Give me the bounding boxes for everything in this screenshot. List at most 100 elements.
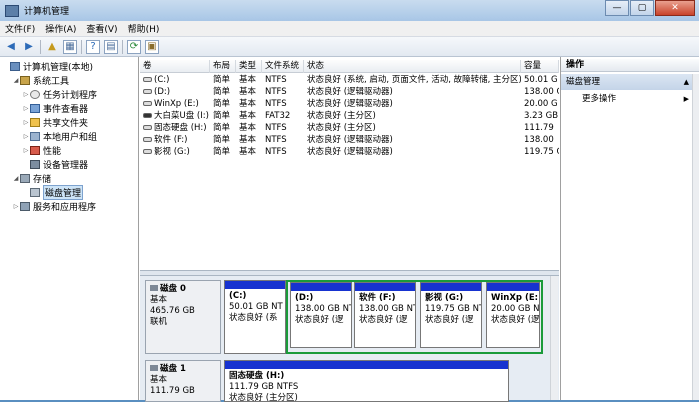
volume-name: (D:)	[154, 87, 171, 97]
volume-name-cell: WinXp (E:)	[140, 98, 210, 110]
disk-1-header[interactable]: 磁盘 1 基本 111.79 GB	[145, 360, 221, 402]
partition-size: 138.00 GB NT	[359, 304, 416, 314]
partition-g[interactable]: 影视 (G:) 119.75 GB NT 状态良好 (逻	[420, 282, 482, 348]
tree-item-shared-folders[interactable]: ▷ 共享文件夹	[22, 116, 88, 129]
actions-section-disk-management[interactable]: 磁盘管理 ▲	[561, 74, 693, 90]
menu-action[interactable]: 操作(A)	[45, 22, 76, 35]
logical-drive-bar	[355, 283, 415, 291]
maximize-button[interactable]: ▢	[630, 0, 654, 16]
partition-c[interactable]: (C:) 50.01 GB NT 状态良好 (系	[224, 280, 286, 354]
computer-management-icon	[5, 4, 19, 17]
disk-0-header[interactable]: 磁盘 0 基本 465.76 GB 联机	[145, 280, 221, 354]
volume-filesystem: NTFS	[265, 87, 287, 97]
volume-row[interactable]: 固态硬盘 (H:) 简单 基本 NTFS 状态良好 (主分区) 111.79	[140, 122, 559, 134]
tree-item-root[interactable]: 计算机管理(本地)	[2, 60, 93, 73]
volume-row[interactable]: 软件 (F:) 简单 基本 NTFS 状态良好 (逻辑驱动器) 138.00	[140, 134, 559, 146]
volume-name: 大白菜U盘 (I:)	[154, 111, 209, 121]
help-icon[interactable]: ?	[86, 39, 100, 54]
volume-status: 状态良好 (主分区)	[307, 111, 376, 121]
expand-arrow-icon[interactable]: ▷	[12, 203, 20, 210]
disk-name: 磁盘 0	[150, 284, 216, 295]
column-header-volume[interactable]: 卷	[140, 60, 210, 73]
volume-capacity: 138.00	[524, 135, 554, 145]
volume-row[interactable]: (C:) 简单 基本 NTFS 状态良好 (系统, 启动, 页面文件, 活动, …	[140, 74, 559, 86]
menu-view[interactable]: 查看(V)	[86, 22, 117, 35]
drive-icon	[143, 77, 152, 82]
partition-d[interactable]: (D:) 138.00 GB NT 状态良好 (逻	[290, 282, 352, 348]
close-button[interactable]: ✕	[655, 0, 695, 16]
volume-filesystem: NTFS	[265, 75, 287, 85]
tree-item-local-users[interactable]: ▷ 本地用户和组	[22, 130, 97, 143]
disk-management-pane: 卷 布局 类型 文件系统 状态 容量 (C:) 简单 基本 NTFS 状态良好 …	[140, 57, 559, 402]
disk-0-size: 465.76 GB	[150, 306, 195, 316]
partition-status: 状态良好 (逻	[491, 315, 540, 325]
tree-item-services-apps[interactable]: ▷ 服务和应用程序	[12, 200, 96, 213]
disk-0-type: 基本	[150, 295, 168, 305]
event-viewer-icon	[30, 104, 40, 113]
volume-status: 状态良好 (系统, 启动, 页面文件, 活动, 故障转储, 主分区)	[307, 75, 521, 85]
more-actions-item[interactable]: 更多操作 ▶	[561, 93, 693, 106]
column-header-layout[interactable]: 布局	[210, 60, 236, 73]
partition-e[interactable]: WinXp (E: 20.00 GB NT 状态良好 (逻	[486, 282, 540, 348]
volume-row[interactable]: WinXp (E:) 简单 基本 NTFS 状态良好 (逻辑驱动器) 20.00…	[140, 98, 559, 110]
partition-label: 固态硬盘 (H:)	[229, 371, 285, 381]
column-header-type[interactable]: 类型	[236, 60, 262, 73]
menu-file[interactable]: 文件(F)	[5, 22, 35, 35]
volume-name: 固态硬盘 (H:)	[154, 123, 207, 133]
column-header-status[interactable]: 状态	[304, 60, 521, 73]
graphical-disk-view: 磁盘 0 基本 465.76 GB 联机 (C:) 50.01 GB NT 状态…	[140, 276, 559, 402]
column-header-filesystem[interactable]: 文件系统	[262, 60, 304, 73]
back-arrow-icon[interactable]: ◀	[4, 40, 18, 54]
logical-drive-bar	[487, 283, 539, 291]
partition-h[interactable]: 固态硬盘 (H:) 111.79 GB NTFS 状态良好 (主分区)	[224, 360, 509, 402]
disk-view-scrollbar[interactable]	[550, 276, 558, 400]
refresh-icon[interactable]: ⟳	[127, 39, 141, 54]
collapse-arrow-icon[interactable]: ▲	[684, 74, 689, 90]
up-folder-icon[interactable]: ▲	[45, 40, 59, 54]
tree-item-label: 设备管理器	[43, 161, 89, 171]
logical-drive-bar	[291, 283, 351, 291]
volume-name-cell: 软件 (F:)	[140, 134, 210, 146]
tree-item-label: 磁盘管理	[43, 185, 84, 200]
partition-f[interactable]: 软件 (F:) 138.00 GB NT 状态良好 (逻	[354, 282, 416, 348]
volume-status: 状态良好 (逻辑驱动器)	[307, 135, 393, 145]
column-header-capacity[interactable]: 容量	[521, 60, 559, 73]
expand-arrow-icon[interactable]: ▷	[22, 147, 30, 154]
toolbar-separator	[81, 39, 82, 54]
volume-capacity: 111.79	[524, 123, 554, 133]
tree-item-performance[interactable]: ▷ 性能	[22, 144, 61, 157]
tree-item-label: 任务计划程序	[43, 91, 98, 101]
volume-name-cell: 大白菜U盘 (I:)	[140, 110, 210, 122]
export-list-icon[interactable]: ▣	[145, 39, 159, 54]
toolbar-separator	[40, 39, 41, 54]
expand-arrow-icon[interactable]: ▷	[22, 119, 30, 126]
tree-item-label: 共享文件夹	[43, 119, 89, 129]
tree-item-disk-management[interactable]: 磁盘管理	[22, 185, 84, 200]
expand-arrow-icon[interactable]: ▷	[22, 133, 30, 140]
tree-item-task-scheduler[interactable]: ▷ 任务计划程序	[22, 88, 97, 101]
volume-status: 状态良好 (逻辑驱动器)	[307, 147, 393, 157]
tree-item-storage[interactable]: ◢ 存储	[12, 172, 51, 185]
tree-item-event-viewer[interactable]: ▷ 事件查看器	[22, 102, 88, 115]
expand-arrow-icon[interactable]: ▷	[22, 91, 30, 98]
expand-arrow-icon[interactable]: ▷	[22, 105, 30, 112]
volume-type: 基本	[239, 99, 257, 109]
show-hide-tree-icon[interactable]: ▦	[63, 39, 77, 54]
menu-help[interactable]: 帮助(H)	[128, 22, 160, 35]
tree-item-system-tools[interactable]: ◢ 系统工具	[12, 74, 69, 87]
minimize-button[interactable]: —	[605, 0, 629, 16]
actions-section-label: 磁盘管理	[566, 77, 601, 87]
collapse-arrow-icon[interactable]: ◢	[12, 175, 20, 182]
actions-scrollbar[interactable]	[692, 74, 699, 400]
disk-0-name: 磁盘 0	[160, 284, 186, 294]
volume-row[interactable]: 大白菜U盘 (I:) 简单 基本 FAT32 状态良好 (主分区) 3.23 G…	[140, 110, 559, 122]
partition-status: 状态良好 (逻	[425, 315, 474, 325]
collapse-arrow-icon[interactable]: ◢	[12, 77, 20, 84]
properties-icon[interactable]: ▤	[104, 39, 118, 54]
tree-item-device-manager[interactable]: 设备管理器	[22, 158, 88, 171]
forward-arrow-icon[interactable]: ▶	[22, 40, 36, 54]
volume-row[interactable]: (D:) 简单 基本 NTFS 状态良好 (逻辑驱动器) 138.00 G	[140, 86, 559, 98]
volume-row[interactable]: 影视 (G:) 简单 基本 NTFS 状态良好 (逻辑驱动器) 119.75 G	[140, 146, 559, 158]
volume-status: 状态良好 (逻辑驱动器)	[307, 87, 393, 97]
navigation-tree: 计算机管理(本地) ◢ 系统工具 ▷ 任务计划程序 ▷ 事件查看器 ▷ 共享文件…	[0, 57, 139, 400]
